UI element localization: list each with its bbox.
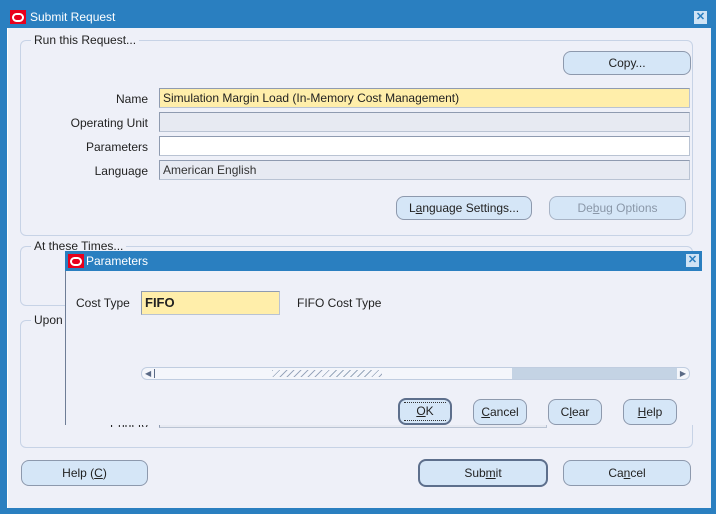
operating-unit-field[interactable] xyxy=(159,112,690,132)
cost-type-description: FIFO Cost Type xyxy=(297,296,382,310)
scrollbar-grip[interactable] xyxy=(272,370,382,377)
ok-button[interactable]: OK xyxy=(398,398,452,425)
parameters-dialog-body: Cost Type FIFO FIFO Cost Type ◀ ▶ OK Can… xyxy=(65,271,703,425)
scrollbar-thumb[interactable] xyxy=(512,368,677,379)
cost-type-field[interactable]: FIFO xyxy=(141,291,280,315)
cancel-button[interactable]: Cancel xyxy=(563,460,691,486)
clear-button[interactable]: Clear xyxy=(548,399,602,425)
scroll-track-start xyxy=(154,369,155,378)
language-field[interactable]: American English xyxy=(159,160,690,180)
operating-unit-label: Operating Unit xyxy=(70,116,148,130)
window-titlebar[interactable]: Submit Request ✕ xyxy=(7,6,713,28)
submit-button[interactable]: Submit xyxy=(418,459,548,487)
parameters-dialog-titlebar[interactable]: Parameters ✕ xyxy=(65,251,702,271)
parameters-label: Parameters xyxy=(85,140,148,154)
cost-type-label: Cost Type xyxy=(76,296,130,310)
dialog-help-button[interactable]: Help xyxy=(623,399,677,425)
close-icon[interactable]: ✕ xyxy=(686,254,699,267)
parameters-field[interactable] xyxy=(159,136,690,156)
name-label: Name xyxy=(115,92,148,106)
oracle-logo-icon xyxy=(10,10,26,24)
language-settings-button[interactable]: Language Settings... xyxy=(396,196,532,220)
horizontal-scrollbar[interactable]: ◀ ▶ xyxy=(141,367,690,380)
run-request-group-label: Run this Request... xyxy=(31,33,140,47)
completion-group-label: Upon xyxy=(31,313,66,327)
scroll-left-arrow-icon[interactable]: ◀ xyxy=(145,369,151,378)
dialog-cancel-button[interactable]: Cancel xyxy=(473,399,527,425)
oracle-logo-icon xyxy=(68,254,84,268)
copy-button[interactable]: Copy... xyxy=(563,51,691,75)
parameters-dialog-title: Parameters xyxy=(86,254,149,268)
scroll-right-arrow-icon[interactable]: ▶ xyxy=(680,369,686,378)
close-icon[interactable]: ✕ xyxy=(694,11,707,24)
language-label: Language xyxy=(94,164,148,178)
window-title: Submit Request xyxy=(30,10,116,24)
debug-options-button[interactable]: Debug Options xyxy=(549,196,686,220)
help-button[interactable]: Help (C) xyxy=(21,460,148,486)
parameters-dialog: Parameters ✕ Cost Type FIFO FIFO Cost Ty… xyxy=(65,251,703,425)
name-field[interactable]: Simulation Margin Load (In-Memory Cost M… xyxy=(159,88,690,108)
focus-indicator xyxy=(404,402,446,421)
